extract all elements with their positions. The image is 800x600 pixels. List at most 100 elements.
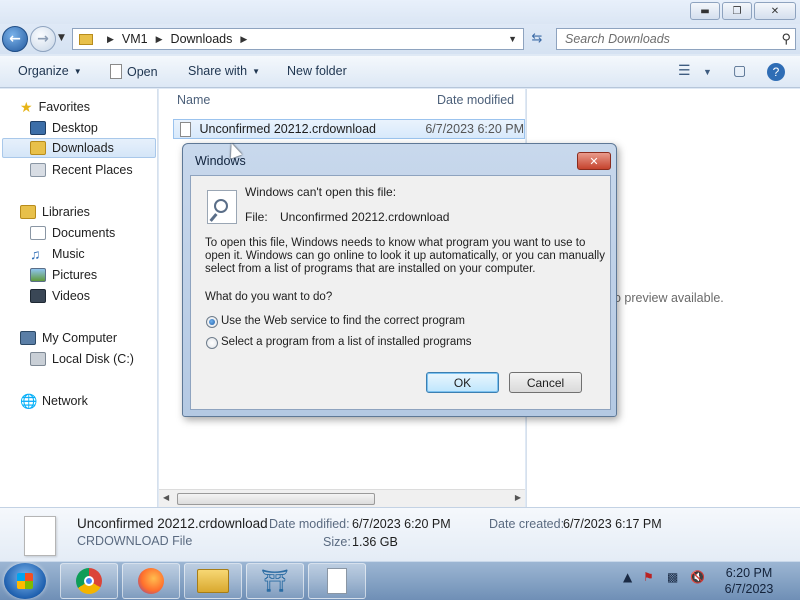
open-button[interactable]: Open [110,64,158,79]
web-service-option-label[interactable]: Use the Web service to find the correct … [221,315,465,327]
recent-pages-dropdown[interactable]: ▼ [58,33,65,43]
scroll-right-icon[interactable]: ▶ [515,493,521,502]
command-bar: Organize ▼ Open Share with ▼ New folder ☰ … [0,56,800,88]
preview-pane-icon[interactable]: ▢ [733,62,746,79]
back-button[interactable]: ← [2,26,28,52]
file-icon [24,516,56,556]
sidebar-item-desktop[interactable]: Desktop [30,118,98,138]
size-value: 1.36 GB [352,535,398,549]
taskbar-file-explorer[interactable] [184,563,242,599]
refresh-icon[interactable]: ⇆ [528,31,546,47]
ok-button[interactable]: OK [426,372,499,393]
minimize-button[interactable]: ▬ [690,2,720,20]
column-header-date-modified[interactable]: Date modified [437,93,514,107]
maximize-button[interactable]: ❐ [722,2,752,20]
installed-programs-radio[interactable] [206,337,218,349]
start-button[interactable] [4,563,46,599]
sidebar-item-libraries[interactable]: Libraries [20,202,90,222]
clock[interactable]: 6:20 PM 6/7/2023 [706,565,792,597]
dolphin-icon: ⛩ [261,568,289,594]
change-view-icon[interactable]: ☰ [678,62,691,79]
date-created-value: 6/7/2023 6:17 PM [563,517,662,531]
chevron-down-icon: ▼ [73,66,82,76]
recent-places-icon [30,163,46,177]
window-titlebar: ▬ ❐ ✕ [0,0,800,24]
new-folder-button[interactable]: New folder [287,64,347,78]
installed-programs-option-label[interactable]: Select a program from a list of installe… [221,336,472,348]
file-date-modified: 6/7/2023 6:20 PM [425,122,524,136]
file-value: Unconfirmed 20212.crdownload [280,210,450,224]
organize-button[interactable]: Organize ▼ [18,64,82,78]
folder-icon [79,33,93,45]
search-input[interactable]: Search Downloads ⚲ [556,28,796,50]
size-label: Size: [323,535,351,549]
column-header-name[interactable]: Name [177,93,210,107]
breadcrumb-separator-icon[interactable]: ▶ [240,34,247,45]
documents-icon [30,226,46,240]
forward-button[interactable]: → [30,26,56,52]
windows-logo-icon [17,573,33,589]
show-hidden-icons-icon[interactable]: ▲ [623,570,632,584]
sidebar-item-downloads[interactable]: Downloads [2,138,156,158]
taskbar-firefox[interactable] [122,563,180,599]
dialog-heading: Windows can't open this file: [245,185,397,199]
downloads-folder-icon [30,141,46,155]
web-service-radio[interactable] [206,316,218,328]
taskbar-mysql-workbench[interactable]: ⛩ [246,563,304,599]
firefox-icon [138,568,164,594]
sidebar-item-pictures[interactable]: Pictures [30,265,97,285]
taskbar: ⛩ ▲ ⚑ ▩ 🔇 6:20 PM 6/7/2023 [0,561,800,600]
taskbar-chrome[interactable] [60,563,118,599]
sidebar-item-label: Music [52,247,85,261]
sidebar-item-my-computer[interactable]: My Computer [20,328,117,348]
breadcrumb-separator-icon[interactable]: ▶ [156,34,163,45]
sidebar-item-documents[interactable]: Documents [30,223,115,243]
search-placeholder: Search Downloads [565,32,670,46]
file-name: Unconfirmed 20212.crdownload [199,122,376,136]
date-modified-value: 6/7/2023 6:20 PM [352,517,451,531]
sidebar-item-label: Desktop [52,121,98,135]
close-window-button[interactable]: ✕ [754,2,796,20]
share-with-button[interactable]: Share with ▼ [188,64,260,78]
breadcrumb-downloads[interactable]: Downloads [171,32,233,46]
desktop-icon [30,121,46,135]
breadcrumb-vm1[interactable]: VM1 [122,32,148,46]
sidebar-item-favorites[interactable]: ★ Favorites [20,97,90,117]
network-tray-icon[interactable]: ▩ [667,570,678,584]
sidebar-item-music[interactable]: ♫ Music [30,244,85,264]
horizontal-scrollbar[interactable]: ◀ ▶ [159,489,525,507]
dialog-body: Windows can't open this file: File: Unco… [190,175,611,410]
address-bar[interactable]: ▶ VM1 ▶ Downloads ▶ ▼ [72,28,524,50]
address-dropdown-icon[interactable]: ▼ [508,34,517,44]
action-center-flag-icon[interactable]: ⚑ [643,570,654,584]
help-icon[interactable]: ? [767,63,785,81]
breadcrumb-separator-icon[interactable]: ▶ [107,34,114,45]
search-icon[interactable]: ⚲ [781,31,791,47]
sidebar-item-videos[interactable]: Videos [30,286,90,306]
sidebar-item-label: Local Disk (C:) [52,352,134,366]
clock-time: 6:20 PM [725,566,773,580]
star-icon: ★ [20,98,33,115]
document-icon [327,568,347,594]
file-icon [180,121,192,137]
sidebar-item-label: My Computer [42,331,118,345]
sidebar-item-local-disk[interactable]: Local Disk (C:) [30,349,134,369]
scrollbar-thumb[interactable] [177,493,375,505]
sidebar-item-label: Videos [52,289,90,303]
taskbar-document[interactable] [308,563,366,599]
dialog-close-button[interactable]: ✕ [577,152,611,170]
cancel-button[interactable]: Cancel [509,372,582,393]
view-dropdown-icon[interactable]: ▼ [703,67,712,77]
sidebar-item-label: Downloads [52,141,114,155]
address-row: ← → ▼ ▶ VM1 ▶ Downloads ▶ ▼ ⇆ Search Dow… [0,24,800,54]
scroll-left-icon[interactable]: ◀ [163,493,169,502]
pictures-icon [30,268,46,282]
volume-muted-icon[interactable]: 🔇 [690,570,705,584]
open-with-dialog: Windows ✕ Windows can't open this file: … [182,143,617,417]
sidebar-item-network[interactable]: 🌐 Network [20,391,88,411]
file-row[interactable]: Unconfirmed 20212.crdownload 6/7/2023 6:… [173,119,525,139]
folder-icon [197,569,229,593]
sidebar-item-recent-places[interactable]: Recent Places [30,160,133,180]
network-icon: 🌐 [20,392,38,409]
dialog-question: What do you want to do? [205,291,333,303]
